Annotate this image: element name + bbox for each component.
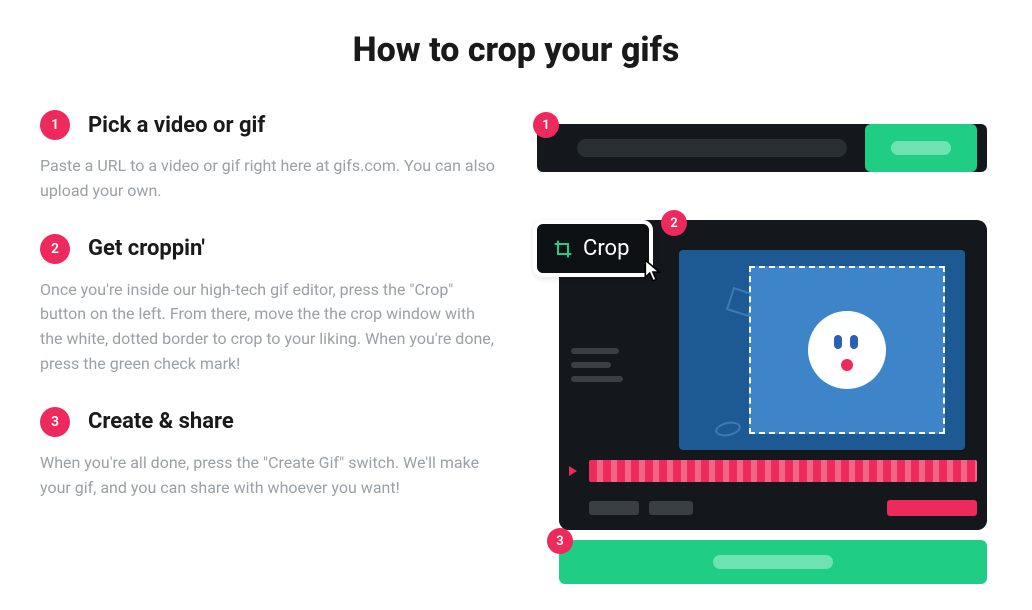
step-1: 1 Pick a video or gif Paste a URL to a v… [40,110,501,204]
illus-badge-1: 1 [533,112,559,138]
illus-badge-3: 3 [547,528,573,554]
steps-column: 1 Pick a video or gif Paste a URL to a v… [40,110,501,590]
illus-url-button [865,124,977,172]
illus-timeline [559,460,987,530]
illus-crop-tooltip: Crop [533,220,653,277]
page-title: How to crop your gifs [40,30,992,70]
step-3: 3 Create & share When you're all done, p… [40,407,501,501]
play-icon [569,466,577,476]
illus-create-gif-button [887,500,977,516]
illus-url-bar [537,124,987,172]
step-1-title: Pick a video or gif [88,113,265,138]
crop-icon [553,239,573,259]
illus-preview [679,250,965,450]
step-1-desc: Paste a URL to a video or gif right here… [40,154,501,204]
step-1-badge: 1 [40,110,70,140]
illus-crop-rect [749,266,945,434]
illustration: 1 Crop [531,110,991,590]
step-2-badge: 2 [40,234,70,264]
illus-timeline-track [589,460,977,482]
step-3-desc: When you're all done, press the "Create … [40,451,501,501]
step-2-desc: Once you're inside our high-tech gif edi… [40,278,501,377]
illus-badge-2: 2 [661,210,687,236]
cursor-icon [643,258,665,288]
illus-share-bar [559,540,987,584]
illustration-column: 1 Crop [531,110,992,590]
illus-url-input [577,139,847,157]
step-2-title: Get croppin' [88,236,205,261]
face-icon [808,311,886,389]
step-3-badge: 3 [40,407,70,437]
illus-crop-label: Crop [583,236,629,261]
step-2: 2 Get croppin' Once you're inside our hi… [40,234,501,377]
illus-timeline-controls [589,500,977,516]
illus-sidebar-lines [571,348,623,382]
step-3-title: Create & share [88,409,234,434]
